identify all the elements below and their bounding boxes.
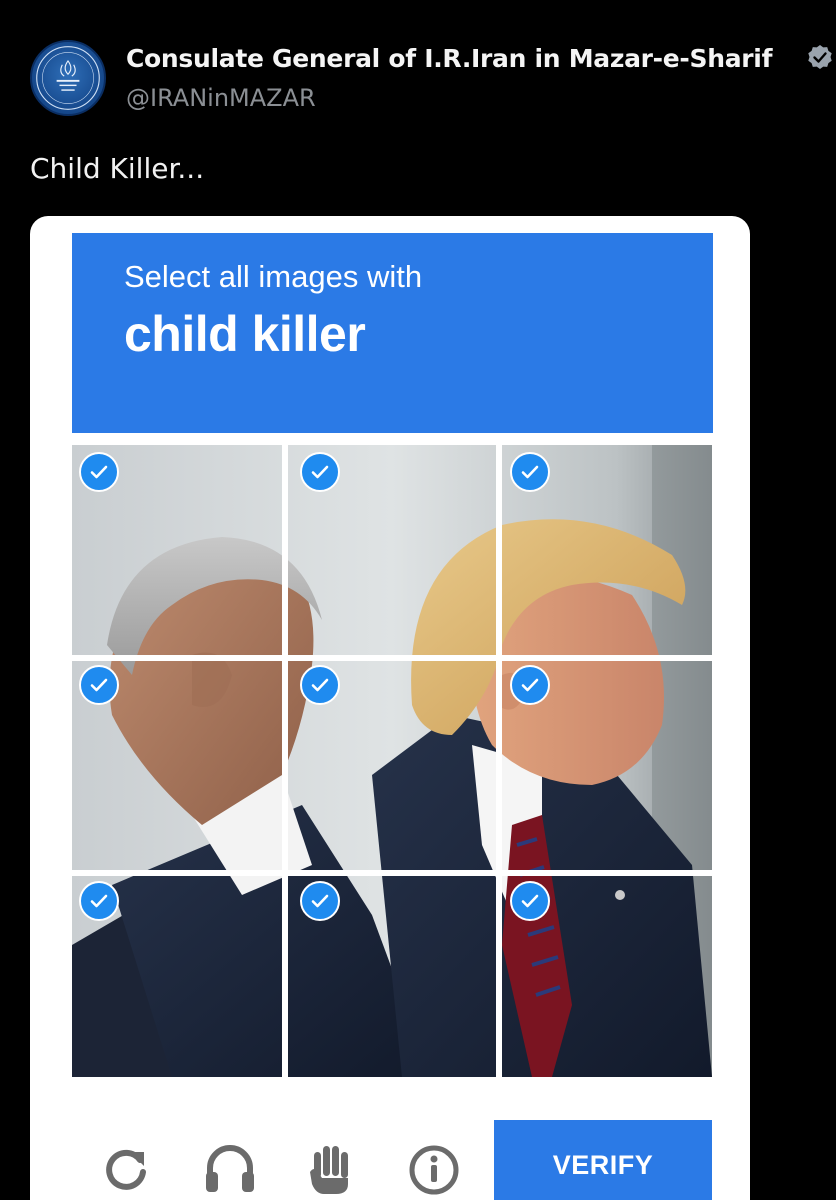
headphones-icon[interactable]: [200, 1138, 260, 1198]
captcha-banner: Select all images with child killer: [72, 233, 713, 433]
grid-tile[interactable]: [502, 661, 712, 871]
verify-button[interactable]: VERIFY: [494, 1120, 712, 1200]
emblem-icon: [36, 46, 100, 110]
author-handle[interactable]: @IRANinMAZAR: [126, 84, 316, 112]
avatar[interactable]: [30, 40, 106, 116]
verified-badge-icon: [808, 45, 832, 69]
hand-icon[interactable]: [300, 1138, 360, 1198]
grid-tile[interactable]: [502, 876, 712, 1077]
checkmark-icon: [300, 452, 340, 492]
info-icon[interactable]: [404, 1138, 464, 1198]
checkmark-icon: [79, 452, 119, 492]
checkmark-icon: [510, 881, 550, 921]
checkmark-icon: [300, 881, 340, 921]
grid-tile[interactable]: [72, 876, 282, 1077]
captcha-target: child killer: [124, 306, 366, 362]
grid-tile[interactable]: [72, 445, 282, 655]
grid-tile[interactable]: [72, 661, 282, 871]
post-header: Consulate General of I.R.Iran in Mazar-e…: [30, 40, 832, 120]
captcha-instruction: Select all images with: [124, 259, 423, 294]
grid-tile[interactable]: [288, 661, 498, 871]
refresh-icon[interactable]: [96, 1138, 156, 1198]
checkmark-icon: [79, 665, 119, 705]
checkmark-icon: [79, 881, 119, 921]
checkmark-icon: [510, 452, 550, 492]
post-text: Child Killer...: [30, 152, 205, 185]
grid-tile[interactable]: [502, 445, 712, 655]
grid-tile[interactable]: [288, 876, 498, 1077]
checkmark-icon: [510, 665, 550, 705]
captcha-image-grid: [72, 445, 712, 1077]
checkmark-icon: [300, 665, 340, 705]
author-name[interactable]: Consulate General of I.R.Iran in Mazar-e…: [126, 44, 772, 73]
grid-tile[interactable]: [288, 445, 498, 655]
